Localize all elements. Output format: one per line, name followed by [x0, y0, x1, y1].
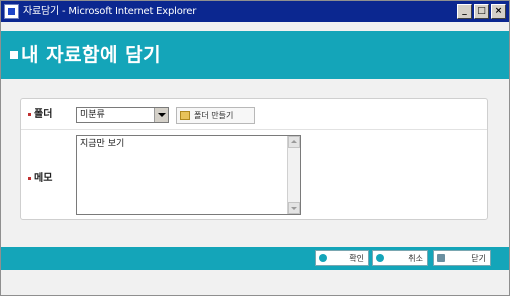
- ok-button[interactable]: 확인: [315, 250, 369, 266]
- folder-select[interactable]: 미분류: [76, 107, 169, 123]
- page-header: 내 자료함에 담기: [1, 31, 509, 79]
- memo-value: 지금만 보기: [80, 139, 125, 149]
- row-divider: [21, 129, 487, 130]
- close-window-icon: ×: [494, 6, 503, 16]
- memo-scrollbar[interactable]: [287, 136, 300, 214]
- page-title: 내 자료함에 담기: [21, 44, 162, 66]
- status-strip: [1, 270, 509, 295]
- folder-select-value: 미분류: [80, 110, 105, 120]
- cancel-label: 취소: [408, 254, 423, 263]
- memo-label: 메모: [28, 173, 52, 185]
- minimize-button[interactable]: _: [457, 4, 472, 19]
- close-window-button[interactable]: ×: [491, 4, 506, 19]
- maximize-icon: □: [477, 6, 486, 16]
- close-label: 닫기: [471, 254, 486, 263]
- scroll-up-icon[interactable]: [288, 136, 300, 148]
- cancel-icon: [376, 254, 384, 262]
- label-bullet-icon: [28, 176, 31, 180]
- folder-label: 폴더: [28, 109, 52, 121]
- cancel-button[interactable]: 취소: [372, 250, 428, 266]
- popup-window: 자료담기 - Microsoft Internet Explorer _ □ ×…: [0, 0, 510, 296]
- close-icon: [437, 254, 445, 262]
- close-button[interactable]: 닫기: [433, 250, 491, 266]
- action-bar: 확인 취소 닫기: [1, 247, 509, 270]
- header-bullet-icon: [10, 51, 18, 59]
- form-panel: 폴더 미분류 폴더 만들기 메모 지금만 보기: [20, 98, 488, 220]
- window-controls: _ □ ×: [455, 4, 506, 19]
- window-title: 자료담기 - Microsoft Internet Explorer: [23, 6, 197, 17]
- folder-icon: [180, 111, 190, 120]
- ok-label: 확인: [349, 254, 364, 263]
- ie-app-icon: [4, 4, 19, 19]
- create-folder-label: 폴더 만들기: [194, 111, 234, 120]
- memo-label-text: 메모: [34, 173, 53, 184]
- create-folder-button[interactable]: 폴더 만들기: [176, 107, 255, 124]
- title-bar[interactable]: 자료담기 - Microsoft Internet Explorer _ □ ×: [1, 1, 509, 22]
- ok-icon: [319, 254, 327, 262]
- scroll-down-icon[interactable]: [288, 202, 300, 214]
- folder-label-text: 폴더: [34, 109, 53, 120]
- label-bullet-icon: [28, 112, 31, 116]
- minimize-icon: _: [462, 6, 467, 16]
- maximize-button[interactable]: □: [474, 4, 489, 19]
- memo-textarea[interactable]: 지금만 보기: [76, 135, 301, 215]
- chevron-down-icon[interactable]: [154, 108, 168, 122]
